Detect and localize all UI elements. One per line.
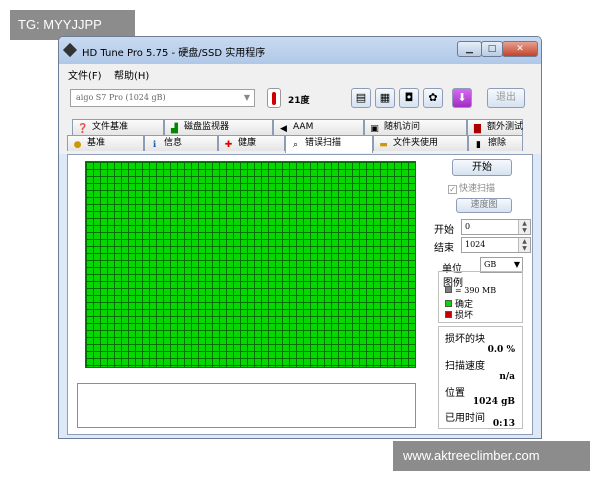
trash-icon: ▮ [476,140,481,150]
file-benchmark-icon: ❓ [77,124,89,134]
menu-bar: 文件(F) 帮助(H) [59,64,541,82]
watermark-tag-bottom: www.aktreeclimber.com [393,441,590,471]
end-label: 结束 [434,243,454,254]
thermometer-icon [267,88,281,108]
extra-tests-icon: ▇ [474,124,481,134]
download-arrow-icon: ⬇ [457,91,467,104]
tab-erase[interactable]: ▮ 擦除 [468,135,523,151]
tab-aam[interactable]: ◀ AAM [273,119,364,135]
drive-select-value: aigo S7 Pro (1024 gB) [76,93,166,102]
tab-random-access[interactable]: ▣ 随机访问 [364,119,467,135]
tab-error-scan[interactable]: ⌕ 错误扫描 [285,135,373,153]
menu-help[interactable]: 帮助(H) [114,67,149,82]
temperature-readout: 21度 [288,96,310,106]
hdtune-window: HD Tune Pro 5.75 - 硬盘/SSD 实用程序 ▁ □ ✕ 文件(… [58,36,542,439]
scan-speed-label: 扫描速度 [445,361,485,372]
screenshot-button[interactable]: ◘ [399,88,419,108]
start-position-input[interactable]: 0 ▲ ▼ [461,219,531,235]
start-scan-button[interactable]: 开始 [452,159,512,176]
scan-stats-box: 损坏的块 0.0 % 扫描速度 n/a 位置 1024 gB 已用时间 0:13 [438,326,523,429]
tab-file-benchmark[interactable]: ❓ 文件基准 [72,119,164,135]
damaged-swatch-icon [445,311,452,318]
disk-monitor-icon: ▟ [171,124,178,134]
quick-scan-checkbox[interactable]: ✓ 快速扫描 [448,181,495,194]
tab-disk-monitor[interactable]: ▟ 磁盘监视器 [164,119,273,135]
position-label: 位置 [445,388,465,399]
tab-benchmark[interactable]: ● 基准 [67,135,144,151]
block-map-grid [85,161,416,368]
copy-screen-icon: ▦ [379,91,391,104]
checkbox-check-icon: ✓ [448,185,457,194]
health-cross-icon: ✚ [224,140,233,150]
tab-health[interactable]: ✚ 健康 [218,135,285,151]
menu-file[interactable]: 文件(F) [68,67,102,82]
close-button[interactable]: ✕ [502,41,538,57]
damaged-blocks-label: 损坏的块 [445,334,485,345]
title-bar[interactable]: HD Tune Pro 5.75 - 硬盘/SSD 实用程序 ▁ □ ✕ [59,37,541,64]
tab-info[interactable]: ℹ 信息 [144,135,218,151]
scan-speed-value: n/a [499,372,515,382]
copy-info-button[interactable]: ▤ [351,88,371,108]
tab-extra-tests[interactable]: ▇ 额外测试 [467,119,523,135]
legend-damaged: 损坏 [445,308,473,321]
drive-select[interactable]: aigo S7 Pro (1024 gB) ▼ [70,89,255,107]
chevron-down-icon: ▼ [513,260,520,269]
random-access-icon: ▣ [370,124,379,134]
legend-box: 图例 = 390 MB 确定 损坏 [438,271,523,323]
elapsed-time-label: 已用时间 [445,413,485,424]
camera-icon: ◘ [404,91,414,104]
chevron-down-icon: ▼ [243,93,250,102]
download-button[interactable]: ⬇ [452,88,472,108]
magnifier-icon: ⌕ [292,140,299,150]
block-size-swatch-icon [445,286,452,293]
end-position-input[interactable]: 1024 ▲ ▼ [461,237,531,253]
benchmark-icon: ● [73,140,82,150]
tab-folder-usage[interactable]: ▬ 文件夹使用 [373,135,468,151]
copy-screen-button[interactable]: ▦ [375,88,395,108]
elapsed-time-value: 0:13 [492,419,515,429]
toolbar: aigo S7 Pro (1024 gB) ▼ 21度 ▤ ▦ ◘ ✿ ⬇ 退出… [59,82,541,154]
position-value: 1024 gB [472,397,515,407]
folder-icon: ▬ [379,140,388,150]
app-icon [62,42,78,58]
exit-button[interactable]: 退出 [487,88,525,108]
spinner-arrows-icon[interactable]: ▲ ▼ [518,238,530,252]
copy-info-icon: ▤ [355,91,367,104]
options-button[interactable]: ✿ [423,88,443,108]
speed-map-button[interactable]: 速度图 [456,198,512,213]
spinner-arrows-icon[interactable]: ▲ ▼ [518,220,530,234]
start-label: 开始 [434,225,454,236]
info-icon: ℹ [152,140,157,150]
damaged-blocks-value: 0.0 % [487,345,515,355]
speaker-icon: ◀ [280,124,287,134]
window-title: HD Tune Pro 5.75 - 硬盘/SSD 实用程序 [82,48,266,59]
ok-swatch-icon [445,300,452,307]
minimize-button[interactable]: ▁ [457,41,482,57]
scan-log-area[interactable] [77,383,416,428]
maximize-button[interactable]: □ [481,41,503,57]
legend-block-size: = 390 MB [445,286,496,295]
options-icon: ✿ [428,91,438,104]
error-scan-panel: 开始 ✓ 快速扫描 速度图 开始 0 ▲ ▼ 结束 1024 ▲ ▼ 单位 GB ▼ … [67,154,533,435]
